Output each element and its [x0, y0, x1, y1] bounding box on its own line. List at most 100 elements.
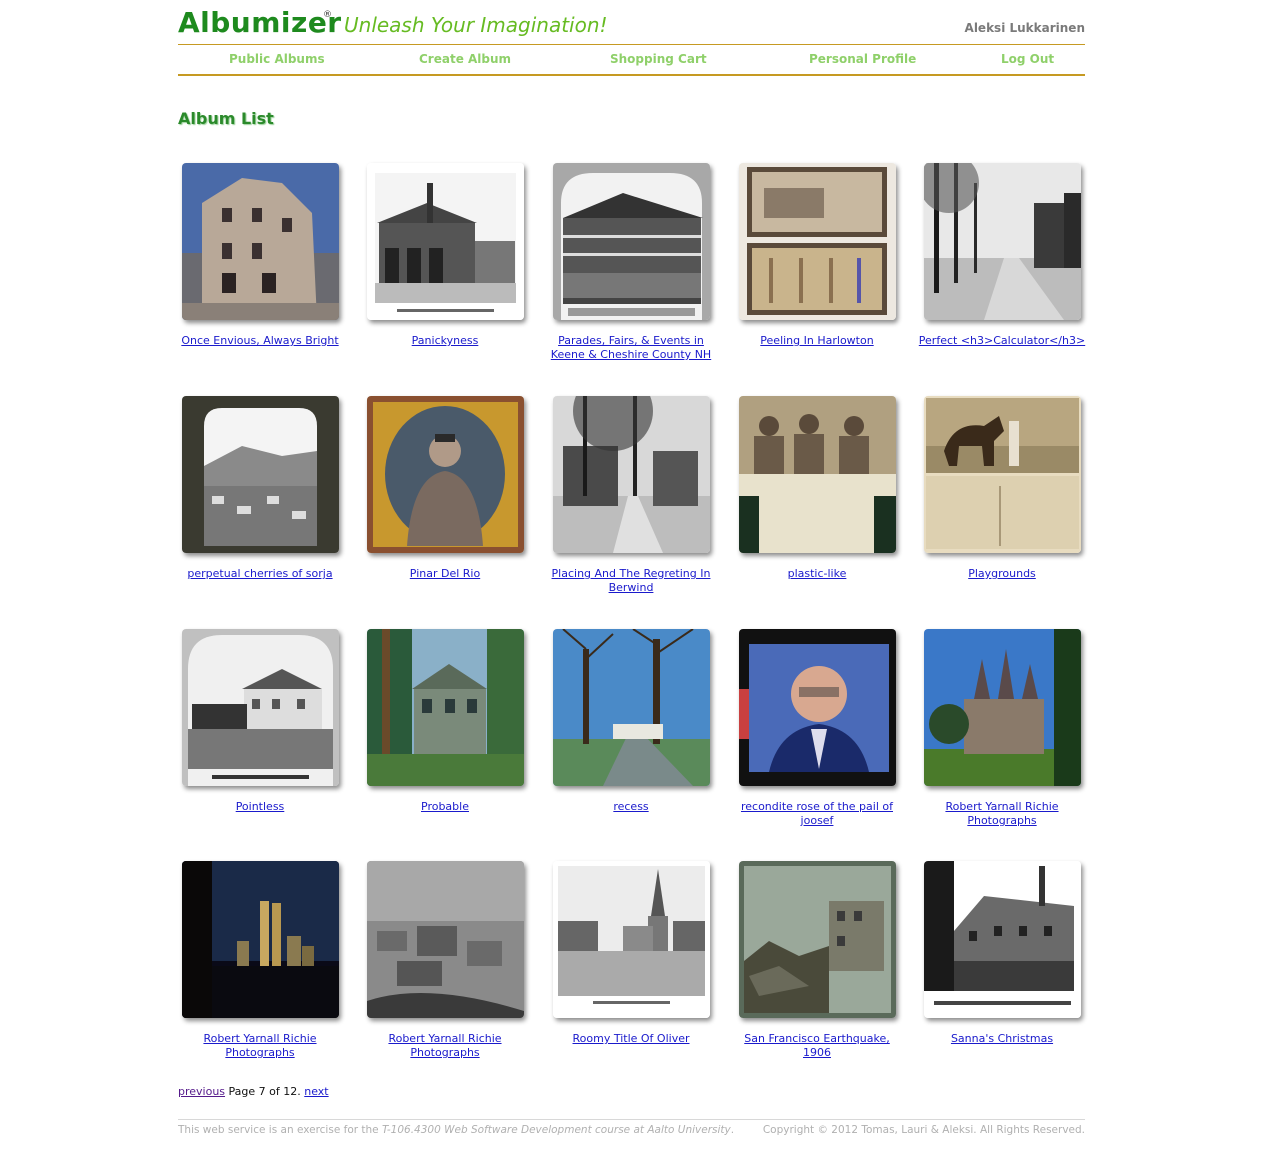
album-thumbnail[interactable]: [552, 861, 710, 1018]
album-thumbnail[interactable]: [923, 396, 1081, 553]
page-indicator: Page 7 of 12.: [228, 1085, 301, 1098]
footer-university-link[interactable]: Aalto University: [647, 1124, 730, 1136]
album-card: San Francisco Earthquake, 1906: [727, 861, 907, 1060]
album-title-link[interactable]: Perfect <h3>Calculator</h3>: [912, 334, 1092, 348]
album-card: recess: [541, 629, 721, 814]
horse-postcard-image: [923, 396, 1081, 553]
album-thumbnail[interactable]: [552, 396, 710, 553]
pagination: previous Page 7 of 12. next: [178, 1085, 329, 1098]
album-title-link[interactable]: Robert Yarnall Richie Photographs: [170, 1032, 350, 1060]
album-thumbnail[interactable]: [923, 163, 1081, 320]
album-thumbnail[interactable]: [738, 629, 896, 786]
album-title-link[interactable]: Roomy Title Of Oliver: [541, 1032, 721, 1046]
album-card: Parades, Fairs, & Events in Keene & Ches…: [541, 163, 721, 362]
album-card: Robert Yarnall Richie Photographs: [170, 861, 350, 1060]
album-title-link[interactable]: Placing And The Regreting In Berwind: [541, 567, 721, 595]
album-title-link[interactable]: Peeling In Harlowton: [727, 334, 907, 348]
mansion-color-image: [366, 629, 524, 786]
tree-lined-street-image: [923, 163, 1081, 320]
album-title-link[interactable]: Robert Yarnall Richie Photographs: [912, 800, 1092, 828]
nav-public-albums[interactable]: Public Albums: [229, 52, 325, 66]
album-card: Playgrounds: [912, 396, 1092, 581]
hotel-building-image: [552, 163, 710, 320]
footer-course: T-106.4300 Web Software Development cour…: [381, 1124, 645, 1136]
house-photo-image: [181, 629, 339, 786]
user-name: Aleksi Lukkarinen: [964, 21, 1085, 35]
album-card: recondite rose of the pail of joosef: [727, 629, 907, 828]
man-portrait-image: [738, 629, 896, 786]
album-thumbnail[interactable]: [923, 861, 1081, 1018]
album-card: Probable: [355, 629, 535, 814]
album-thumbnail[interactable]: [923, 629, 1081, 786]
registered-mark: ®: [323, 10, 332, 20]
album-thumbnail[interactable]: [366, 396, 524, 553]
next-page-link[interactable]: next: [304, 1085, 328, 1098]
album-title-link[interactable]: Once Envious, Always Bright: [170, 334, 350, 348]
album-thumbnail[interactable]: [738, 396, 896, 553]
album-thumbnail[interactable]: [181, 396, 339, 553]
album-thumbnail[interactable]: [366, 861, 524, 1018]
album-card: Peeling In Harlowton: [727, 163, 907, 348]
footer-prefix: This web service is an exercise for the: [178, 1124, 379, 1136]
album-title-link[interactable]: Sanna's Christmas: [912, 1032, 1092, 1046]
album-thumbnail[interactable]: [181, 861, 339, 1018]
album-title-link[interactable]: recondite rose of the pail of joosef: [727, 800, 907, 828]
cathedral-image: [923, 629, 1081, 786]
album-title-link[interactable]: Probable: [355, 800, 535, 814]
footer-copyright: Copyright © 2012 Tomas, Lauri & Aleksi. …: [762, 1124, 1085, 1136]
site-tagline: Unleash Your Imagination!: [344, 13, 608, 37]
album-title-link[interactable]: Playgrounds: [912, 567, 1092, 581]
site-header: Albumizer ® Unleash Your Imagination! Al…: [178, 0, 1085, 45]
album-thumbnail[interactable]: [366, 163, 524, 320]
album-card: plastic-like: [727, 396, 907, 581]
postcard-image: [738, 163, 896, 320]
album-title-link[interactable]: recess: [541, 800, 721, 814]
main-nav: Public Albums Create Album Shopping Cart…: [178, 45, 1085, 76]
album-card: Sanna's Christmas: [912, 861, 1092, 1046]
album-card: Pointless: [170, 629, 350, 814]
group-photo-postcard-image: [738, 396, 896, 553]
album-title-link[interactable]: Pinar Del Rio: [355, 567, 535, 581]
site-logo[interactable]: Albumizer: [178, 6, 342, 39]
album-title-link[interactable]: Parades, Fairs, & Events in Keene & Ches…: [541, 334, 721, 362]
album-title-link[interactable]: plastic-like: [727, 567, 907, 581]
album-thumbnail[interactable]: [738, 163, 896, 320]
previous-page-link[interactable]: previous: [178, 1085, 225, 1098]
ruined-building-image: [181, 163, 339, 320]
album-thumbnail[interactable]: [181, 629, 339, 786]
nav-shopping-cart[interactable]: Shopping Cart: [610, 52, 707, 66]
corner-building-image: [923, 861, 1081, 1018]
aerial-city-image: [366, 861, 524, 1018]
album-card: Placing And The Regreting In Berwind: [541, 396, 721, 595]
depot-building-image: [366, 163, 524, 320]
album-thumbnail[interactable]: [552, 629, 710, 786]
night-skyline-image: [181, 861, 339, 1018]
church-street-image: [552, 861, 710, 1018]
album-thumbnail[interactable]: [181, 163, 339, 320]
album-card: Robert Yarnall Richie Photographs: [912, 629, 1092, 828]
trees-blue-sky-image: [552, 629, 710, 786]
album-thumbnail[interactable]: [552, 163, 710, 320]
album-card: Perfect <h3>Calculator</h3>: [912, 163, 1092, 348]
album-title-link[interactable]: Panickyness: [355, 334, 535, 348]
footer-course-note: This web service is an exercise for the …: [178, 1124, 734, 1136]
street-trees-image: [552, 396, 710, 553]
album-thumbnail[interactable]: [738, 861, 896, 1018]
earthquake-ruins-image: [738, 861, 896, 1018]
album-title-link[interactable]: perpetual cherries of sorja: [170, 567, 350, 581]
album-card: Once Envious, Always Bright: [170, 163, 350, 348]
content-container: Albumizer ® Unleash Your Imagination! Al…: [178, 0, 1085, 1136]
album-card: Panickyness: [355, 163, 535, 348]
album-card: Roomy Title Of Oliver: [541, 861, 721, 1046]
album-thumbnail[interactable]: [366, 629, 524, 786]
album-card: perpetual cherries of sorja: [170, 396, 350, 581]
album-card: Robert Yarnall Richie Photographs: [355, 861, 535, 1060]
nav-create-album[interactable]: Create Album: [419, 52, 511, 66]
town-view-slide-image: [181, 396, 339, 553]
album-title-link[interactable]: Robert Yarnall Richie Photographs: [355, 1032, 535, 1060]
album-title-link[interactable]: Pointless: [170, 800, 350, 814]
nav-personal-profile[interactable]: Personal Profile: [809, 52, 916, 66]
page-title: Album List: [178, 109, 274, 128]
album-title-link[interactable]: San Francisco Earthquake, 1906: [727, 1032, 907, 1060]
nav-log-out[interactable]: Log Out: [1001, 52, 1054, 66]
